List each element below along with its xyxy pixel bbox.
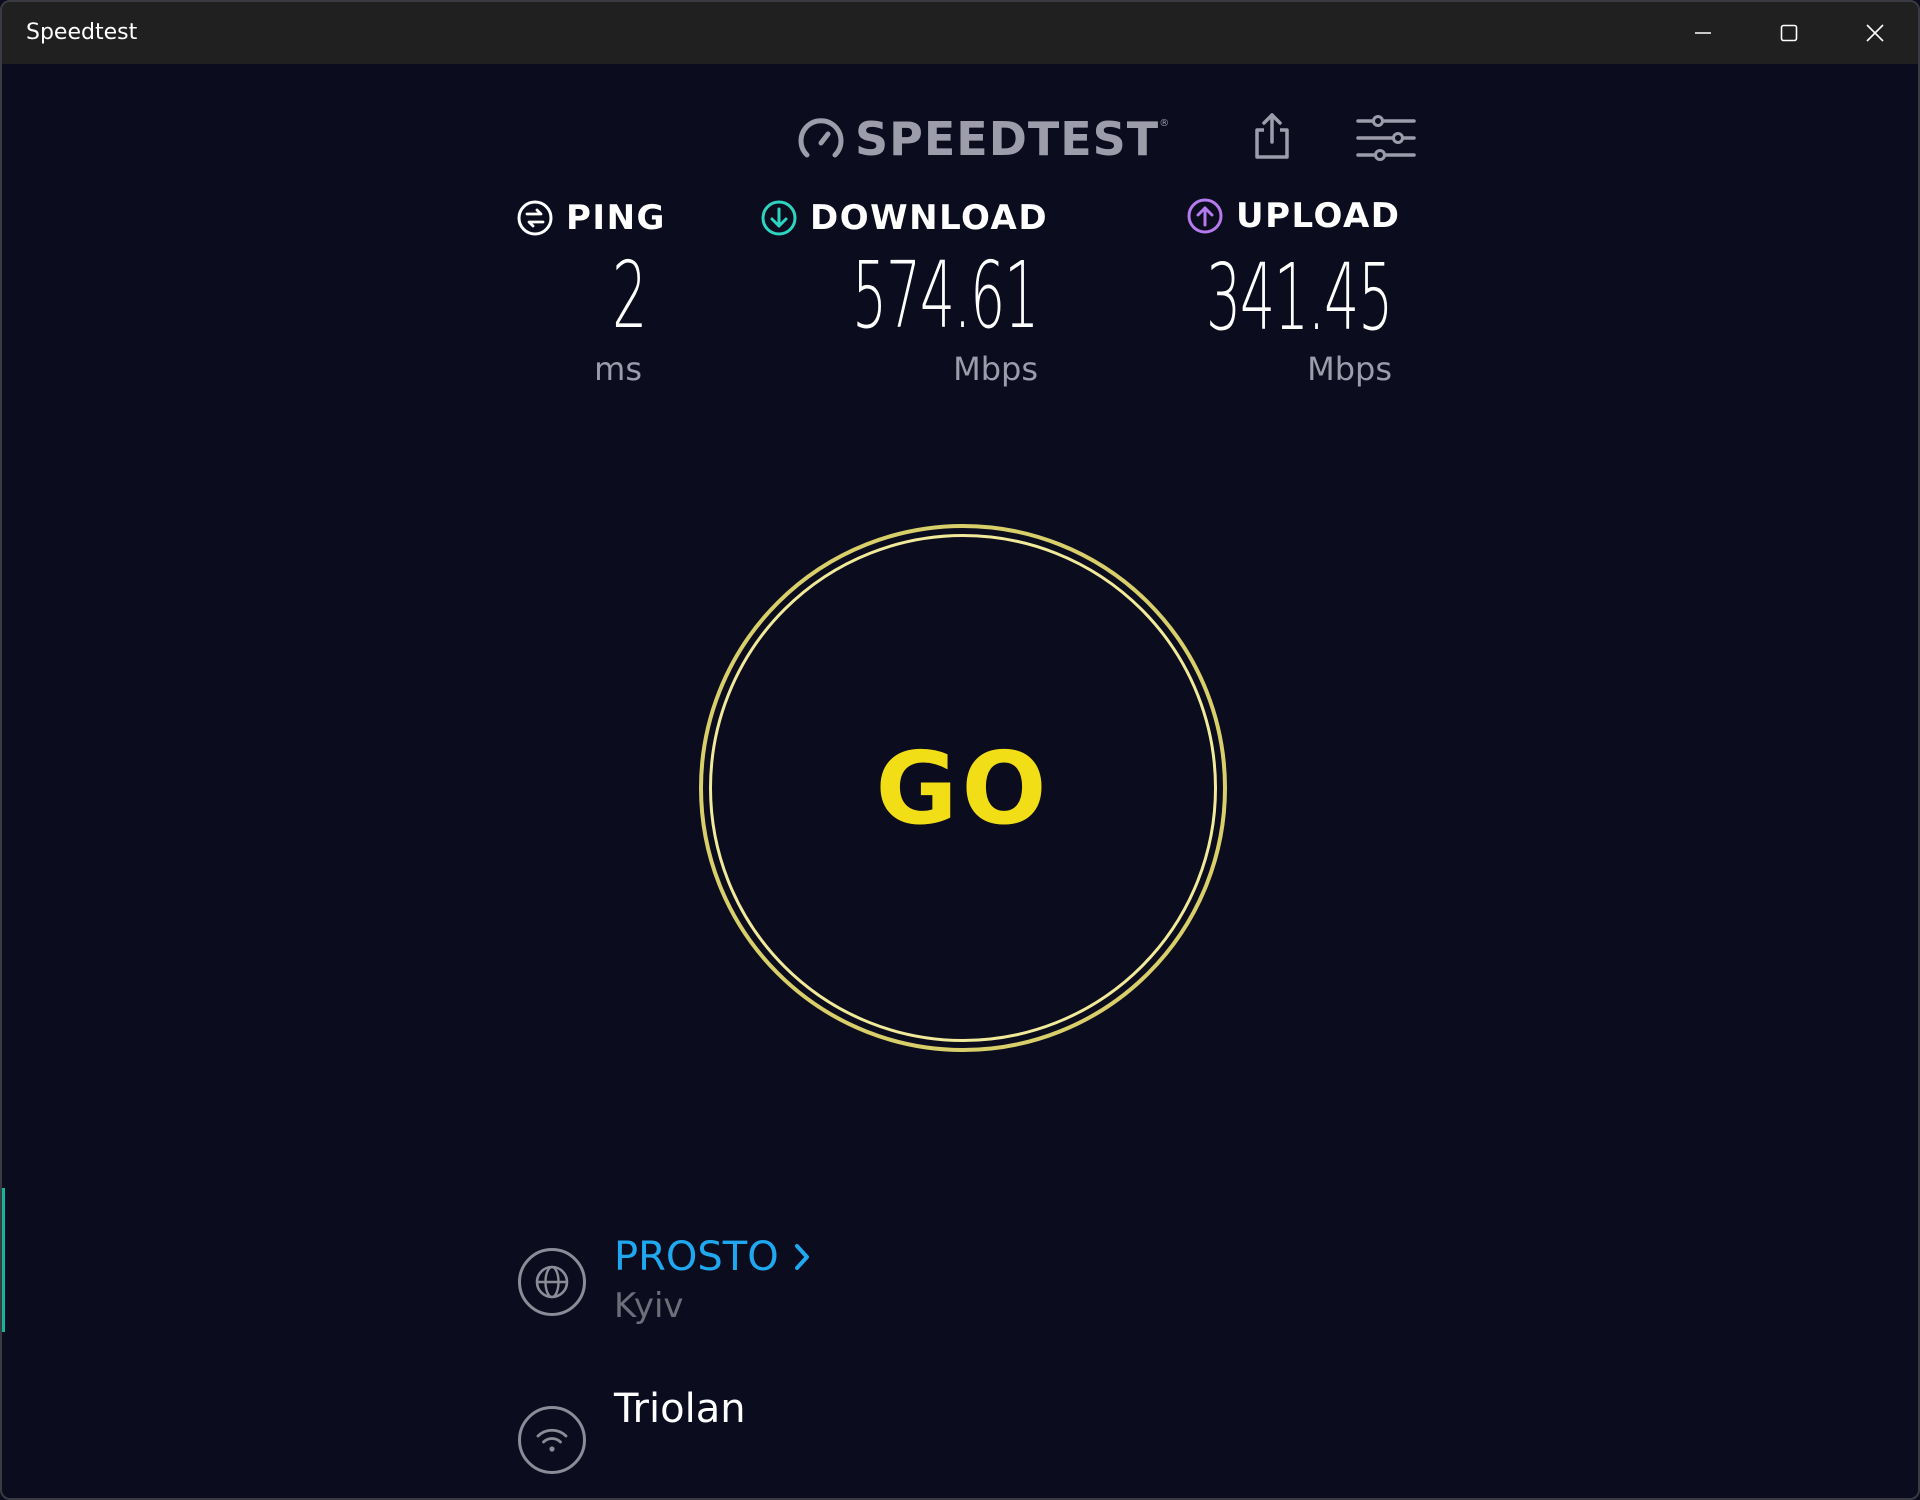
- ping-icon: [517, 200, 553, 236]
- maximize-button[interactable]: [1746, 2, 1832, 64]
- ping-label: PING: [516, 198, 666, 238]
- registered-mark: ®: [1159, 117, 1170, 129]
- window-title: Speedtest: [26, 20, 138, 45]
- sliders-icon: [1356, 115, 1416, 161]
- speedometer-icon: [798, 118, 844, 158]
- go-label: GO: [875, 729, 1051, 847]
- minimize-button[interactable]: [1660, 2, 1746, 64]
- window-edge-accent: [2, 1188, 5, 1332]
- main-content: SPEEDTEST ® PING 2 ms DOWNLOAD 574.61 Mb…: [2, 64, 1918, 1498]
- globe-icon: [535, 1265, 569, 1299]
- logo-text: SPEEDTEST: [855, 112, 1160, 166]
- share-button[interactable]: [1248, 110, 1296, 162]
- close-icon: [1866, 24, 1884, 42]
- settings-button[interactable]: [1354, 114, 1418, 162]
- server-city: Kyiv: [614, 1286, 684, 1326]
- server-icon-circle: [518, 1248, 586, 1316]
- upload-icon: [1187, 198, 1223, 234]
- share-icon: [1255, 113, 1289, 159]
- download-value: 574.61: [852, 242, 1039, 349]
- server-provider-link[interactable]: PROSTO: [614, 1234, 811, 1280]
- download-label-text: DOWNLOAD: [810, 198, 1049, 238]
- close-button[interactable]: [1832, 2, 1918, 64]
- title-bar: Speedtest: [2, 2, 1918, 64]
- server-provider-name: PROSTO: [614, 1234, 779, 1280]
- upload-unit: Mbps: [1307, 350, 1392, 388]
- ping-label-text: PING: [566, 198, 666, 238]
- chevron-right-icon: [793, 1242, 811, 1272]
- maximize-icon: [1780, 24, 1798, 42]
- upload-label: UPLOAD: [1186, 196, 1401, 236]
- connection-icon-circle: [518, 1406, 586, 1474]
- download-icon: [761, 200, 797, 236]
- speedtest-window: Speedtest SPEEDTEST ® PING 2 ms DOWNLOAD…: [0, 0, 1920, 1500]
- upload-label-text: UPLOAD: [1236, 196, 1401, 236]
- minimize-icon: [1695, 32, 1711, 34]
- wifi-icon: [536, 1428, 568, 1452]
- go-button[interactable]: GO: [699, 524, 1227, 1052]
- isp-name: Triolan: [614, 1386, 746, 1432]
- ping-value: 2: [612, 242, 647, 349]
- download-label: DOWNLOAD: [760, 198, 1048, 238]
- upload-value: 341.45: [1206, 244, 1393, 351]
- download-unit: Mbps: [953, 350, 1038, 388]
- ping-unit: ms: [594, 350, 642, 388]
- speedtest-logo: SPEEDTEST ®: [797, 112, 1169, 166]
